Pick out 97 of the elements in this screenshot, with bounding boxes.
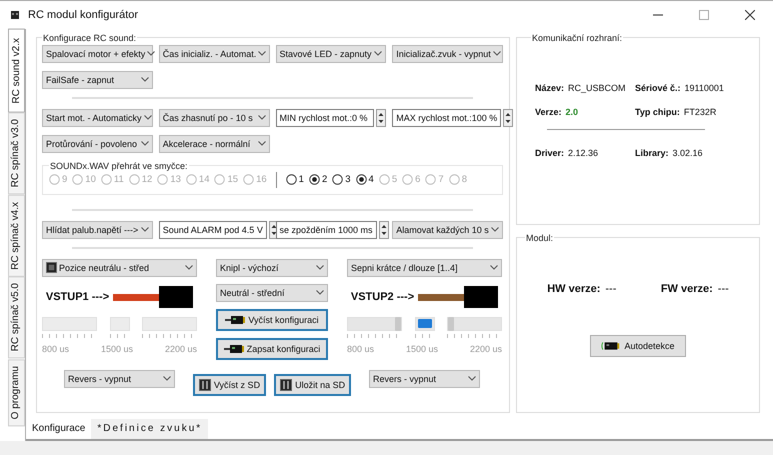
sd-card-icon bbox=[198, 378, 211, 391]
info-label: Sériové č.: bbox=[635, 82, 681, 93]
scale-label: 1500 us bbox=[406, 344, 438, 354]
tab[interactable]: *Definice zvuku* bbox=[91, 418, 208, 439]
chevron-icon bbox=[163, 376, 171, 382]
dropdown[interactable]: Revers - vypnut bbox=[64, 370, 175, 388]
side-tab[interactable]: O programu bbox=[8, 358, 25, 426]
info-label: Library: bbox=[635, 148, 669, 158]
spin-buttons[interactable] bbox=[503, 108, 514, 127]
side-tab[interactable]: RC spínač v4.x bbox=[8, 194, 25, 276]
info-label: Verze: bbox=[535, 106, 562, 117]
slider-thumb[interactable] bbox=[395, 316, 401, 331]
info-value: --- bbox=[718, 282, 729, 295]
sd-card-icon bbox=[280, 378, 292, 391]
close-icon[interactable] bbox=[745, 10, 755, 20]
scale-label: 800 us bbox=[347, 344, 374, 354]
dropdown[interactable]: Hlídat palub.napětí ---> bbox=[42, 220, 153, 239]
info-label: FW verze: bbox=[660, 282, 713, 295]
group-title: Komunikační rozhraní: bbox=[531, 32, 624, 43]
group-title: Konfigurace RC sound: bbox=[42, 32, 138, 43]
dropdown[interactable]: Neutrál - střední bbox=[216, 284, 328, 302]
spin-field[interactable]: Sound ALARM pod 4.5 V bbox=[158, 220, 267, 239]
dropdown[interactable]: Alamovat každých 10 s bbox=[392, 220, 503, 239]
dropdown[interactable]: Inicializač.zvuk - vypnut bbox=[392, 44, 503, 63]
info-value: 3.02.16 bbox=[672, 148, 703, 158]
servo-plug bbox=[159, 286, 194, 308]
info-value: 2.0 bbox=[566, 106, 578, 117]
info-value: 19110001 bbox=[684, 82, 724, 93]
side-tab[interactable]: RC spínač v5.0 bbox=[8, 276, 25, 359]
info-label: Driver: bbox=[535, 148, 564, 158]
module-icon bbox=[224, 344, 244, 354]
chevron-icon bbox=[140, 77, 149, 82]
slider-track[interactable] bbox=[347, 316, 402, 331]
spin-field[interactable]: MIN rychlost mot.:0 % bbox=[276, 108, 374, 127]
chevron-icon bbox=[491, 227, 499, 232]
slider-thumb[interactable] bbox=[448, 316, 454, 331]
chevron-icon bbox=[140, 227, 149, 232]
chevron-icon bbox=[258, 51, 266, 56]
chevron-icon bbox=[316, 290, 324, 296]
dropdown[interactable]: Čas inicializ. - Automat. bbox=[158, 44, 270, 63]
dropdown[interactable]: Spalovací motor + efekty bbox=[42, 44, 153, 63]
module-icon bbox=[601, 340, 622, 351]
dropdown[interactable]: Stavové LED - zapnuty bbox=[276, 44, 386, 63]
dropdown[interactable]: Sepni krátce / dlouze [1..4] bbox=[347, 258, 502, 277]
config-button[interactable]: Vyčíst konfiguraci bbox=[216, 308, 328, 331]
scale-label: 2200 us bbox=[164, 344, 197, 354]
chevron-icon bbox=[316, 265, 324, 270]
sd-button[interactable]: Vyčíst z SD bbox=[192, 374, 266, 396]
config-button[interactable]: Zapsat konfiguraci bbox=[216, 338, 328, 360]
group-title: SOUNDx.WAV přehrát ve smyčce: bbox=[49, 160, 189, 171]
dropdown[interactable]: Knipl - výchozí bbox=[216, 258, 328, 277]
dropdown[interactable]: FailSafe - zapnut bbox=[42, 70, 153, 89]
slider-track[interactable] bbox=[447, 316, 502, 331]
chevron-icon bbox=[144, 115, 152, 120]
chevron-icon bbox=[258, 141, 266, 146]
chevron-icon bbox=[147, 51, 156, 56]
servo-plug bbox=[464, 286, 498, 308]
module-icon bbox=[225, 314, 246, 325]
chevron-icon bbox=[492, 51, 501, 56]
info-value: --- bbox=[605, 282, 616, 295]
dropdown[interactable]: Akcelerace - normální bbox=[158, 134, 270, 153]
side-tab[interactable]: RC spínač v3.0 bbox=[8, 112, 25, 195]
autodetect-button[interactable]: Autodetekce bbox=[590, 334, 686, 357]
slider-track[interactable] bbox=[414, 316, 434, 331]
chevron-icon bbox=[258, 115, 266, 120]
scale-label: 2200 us bbox=[470, 344, 502, 354]
chevron-icon bbox=[374, 51, 382, 56]
input-label: VSTUP1 ---> bbox=[46, 290, 110, 303]
spin-buttons[interactable] bbox=[376, 108, 386, 127]
info-value: FT232R bbox=[684, 106, 716, 117]
spin-field[interactable]: MAX rychlost mot.:100 % bbox=[392, 108, 502, 127]
spin-buttons[interactable] bbox=[378, 220, 389, 239]
chevron-icon bbox=[185, 265, 193, 270]
dropdown[interactable]: Čas zhasnutí po - 10 s bbox=[158, 108, 270, 127]
dropdown[interactable]: Protůrování - povoleno bbox=[42, 134, 153, 153]
side-tab[interactable]: RC sound v2.x bbox=[8, 28, 25, 112]
info-label: Typ chipu: bbox=[635, 106, 680, 117]
sd-button[interactable]: Uložit na SD bbox=[274, 374, 352, 396]
dropdown[interactable]: Pozice neutrálu - střed bbox=[42, 258, 197, 277]
info-value: RC_USBCOM bbox=[568, 82, 626, 93]
dropdown[interactable]: Revers - vypnut bbox=[369, 370, 480, 388]
window-title: RC modul konfigurátor bbox=[28, 8, 138, 21]
slider-thumb[interactable] bbox=[418, 318, 432, 328]
info-label: Název: bbox=[535, 82, 564, 93]
info-label: HW verze: bbox=[547, 282, 600, 295]
scale-label: 800 us bbox=[42, 344, 70, 354]
maximize-icon[interactable] bbox=[699, 10, 709, 20]
dropdown[interactable]: Start mot. - Automaticky bbox=[42, 108, 153, 127]
info-value: 2.12.36 bbox=[568, 148, 598, 158]
group-title: Modul: bbox=[525, 232, 554, 243]
spin-field[interactable]: se zpožděním 1000 ms bbox=[276, 220, 377, 239]
chevron-icon bbox=[490, 265, 498, 270]
scale-label: 1500 us bbox=[100, 344, 134, 354]
app-icon bbox=[10, 10, 20, 20]
chevron-icon bbox=[140, 141, 149, 146]
chevron-icon bbox=[468, 376, 476, 382]
input-label: VSTUP2 ---> bbox=[350, 290, 414, 303]
